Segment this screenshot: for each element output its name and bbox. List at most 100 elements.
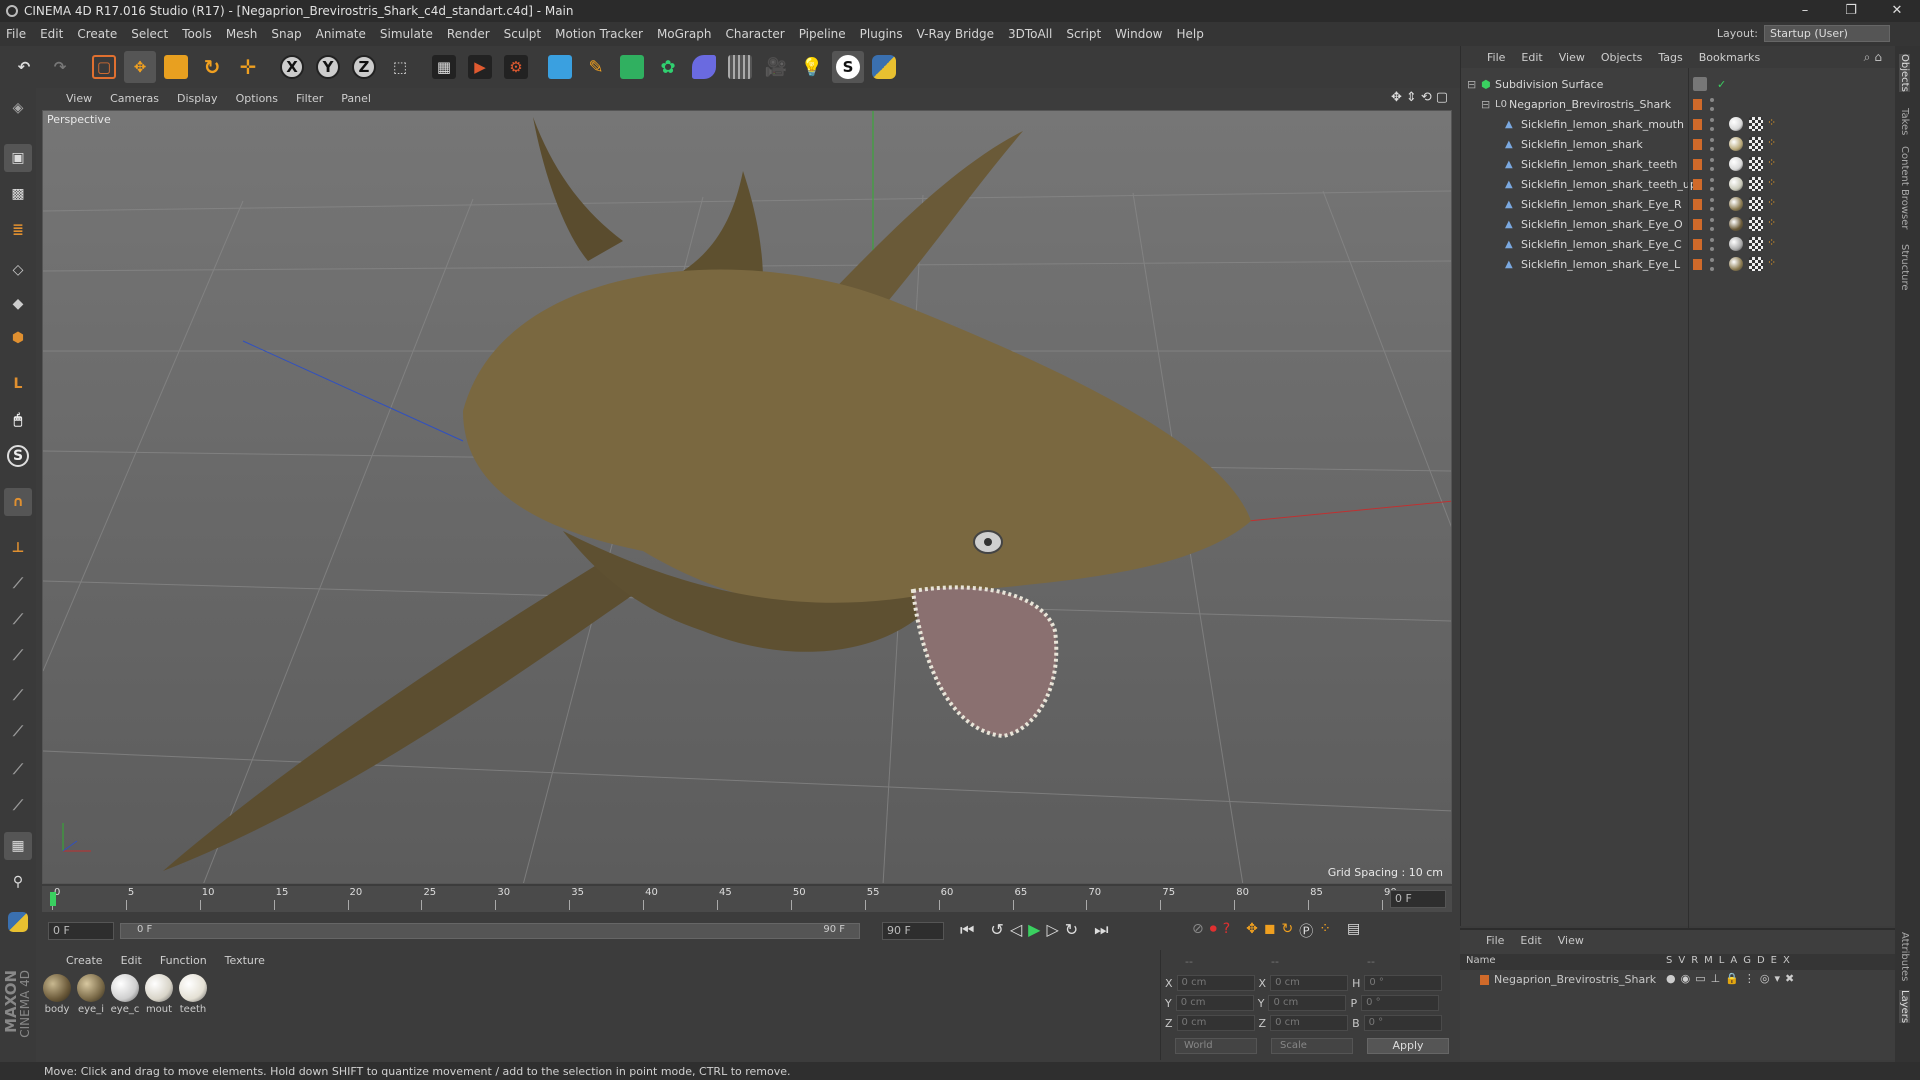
material-tag-icon[interactable] <box>1729 197 1743 211</box>
material-tag-icon[interactable] <box>1729 137 1743 151</box>
position-x-field[interactable]: 0 cm <box>1176 975 1255 991</box>
key-position-button[interactable]: ✥ <box>1246 921 1258 941</box>
material-tag-icon[interactable] <box>1729 217 1743 231</box>
viewport-menu-cameras[interactable]: Cameras <box>110 92 159 105</box>
brush-tool-2-button[interactable]: ⟋ <box>4 606 32 634</box>
python-button[interactable] <box>868 51 900 83</box>
menu-character[interactable]: Character <box>725 27 784 41</box>
tab-structure[interactable]: Structure <box>1899 244 1910 291</box>
material-menu-texture[interactable]: Texture <box>225 954 265 967</box>
visibility-dots[interactable] <box>1710 177 1715 191</box>
points-mode-button[interactable]: ◇ <box>4 256 32 284</box>
object-row-child[interactable]: ▲ Sicklefin_lemon_shark_Eye_C ⁘ <box>1461 234 1896 254</box>
visibility-dots[interactable] <box>1710 237 1715 251</box>
object-manager-column-divider[interactable] <box>1688 68 1689 928</box>
material-tag-icon[interactable] <box>1729 117 1743 131</box>
key-param-button[interactable]: Ⓟ <box>1299 921 1313 941</box>
menu-mesh[interactable]: Mesh <box>226 27 258 41</box>
texture-mode-button[interactable]: ▩ <box>4 180 32 208</box>
viewport-navigation-icons[interactable]: ✥⇕⟲▢ <box>1391 90 1452 105</box>
grid-lock-button[interactable]: ▦ <box>4 832 32 860</box>
menu-select[interactable]: Select <box>131 27 168 41</box>
layer-col-deformers[interactable]: D <box>1757 955 1765 966</box>
layer-color-swatch[interactable] <box>1693 238 1702 250</box>
deformer-button[interactable] <box>688 51 720 83</box>
viewport-menu-filter[interactable]: Filter <box>296 92 323 105</box>
current-frame-field[interactable]: 0 F <box>1390 890 1446 908</box>
material-swatch-mouth[interactable]: mout <box>144 974 174 1015</box>
brush-tool-5-button[interactable]: ⟋ <box>4 718 32 746</box>
previous-frame-button[interactable]: ◁ <box>1010 920 1022 940</box>
tab-content-browser[interactable]: Content Browser <box>1899 146 1910 229</box>
menu-snap[interactable]: Snap <box>271 27 301 41</box>
transform-tool-button[interactable]: ✛ <box>232 51 264 83</box>
tab-objects[interactable]: Objects <box>1899 54 1910 92</box>
brush-tool-3-button[interactable]: ⟋ <box>4 642 32 670</box>
material-swatch-body[interactable]: body <box>42 974 72 1015</box>
visibility-dots[interactable] <box>1710 157 1715 171</box>
material-menu-edit[interactable]: Edit <box>121 954 142 967</box>
apply-button[interactable]: Apply <box>1367 1038 1449 1054</box>
menu-file[interactable]: File <box>6 27 26 41</box>
record-keyframes-off-button[interactable]: ⊘ <box>1192 921 1204 941</box>
deformation-button[interactable]: ⚲ <box>4 868 32 896</box>
menu-edit[interactable]: Edit <box>40 27 63 41</box>
timeline-window-button[interactable]: ▤ <box>1347 921 1360 941</box>
play-button[interactable]: ▶ <box>1028 920 1040 940</box>
workplane-axis-button[interactable]: ⊥ <box>4 534 32 562</box>
layer-col-view[interactable]: V <box>1678 955 1685 966</box>
visibility-dots[interactable] <box>1710 197 1715 211</box>
tab-takes[interactable]: Takes <box>1899 108 1910 135</box>
collapse-toggle-icon[interactable]: ⊟ <box>1481 98 1490 111</box>
render-settings-button[interactable]: ⚙ <box>500 51 532 83</box>
layer-menu-edit[interactable]: Edit <box>1520 934 1541 947</box>
object-menu-file[interactable]: File <box>1487 51 1505 64</box>
layer-col-locked[interactable]: L <box>1719 955 1725 966</box>
end-frame-field[interactable]: 90 F <box>882 922 944 940</box>
material-tag-icon[interactable] <box>1729 177 1743 191</box>
coordinate-space-dropdown[interactable]: World <box>1175 1038 1257 1054</box>
spline-pen-button[interactable]: ✎ <box>580 51 612 83</box>
previous-key-button[interactable]: ↺ <box>990 920 1003 940</box>
layer-color-swatch[interactable] <box>1693 158 1702 170</box>
menu-motion-tracker[interactable]: Motion Tracker <box>555 27 643 41</box>
selection-tag-icon[interactable]: ⁘ <box>1767 136 1776 149</box>
z-axis-button[interactable]: Z <box>348 51 380 83</box>
brush-tool-6-button[interactable]: ⟋ <box>4 756 32 784</box>
edges-mode-button[interactable]: ◆ <box>4 290 32 318</box>
collapse-toggle-icon[interactable]: ⊟ <box>1467 78 1476 91</box>
menu-vray-bridge[interactable]: V-Ray Bridge <box>917 27 994 41</box>
layer-color-swatch[interactable] <box>1693 178 1702 190</box>
layer-menu-view[interactable]: View <box>1558 934 1584 947</box>
object-row-child[interactable]: ▲ Sicklefin_lemon_shark_Eye_R ⁘ <box>1461 194 1896 214</box>
layer-color-swatch[interactable] <box>1480 975 1489 985</box>
layer-color-swatch[interactable] <box>1693 138 1702 150</box>
playhead[interactable] <box>50 892 56 906</box>
render-view-button[interactable]: ▦ <box>428 51 460 83</box>
uvw-tag-icon[interactable] <box>1749 217 1763 231</box>
object-menu-view[interactable]: View <box>1559 51 1585 64</box>
tab-layers[interactable]: Layers <box>1899 990 1910 1024</box>
start-frame-field[interactable]: 0 F <box>48 922 114 940</box>
menu-render[interactable]: Render <box>447 27 490 41</box>
menu-tools[interactable]: Tools <box>182 27 212 41</box>
viewport-menu-view[interactable]: View <box>66 92 92 105</box>
viewport-menu-display[interactable]: Display <box>177 92 218 105</box>
layer-menu-file[interactable]: File <box>1486 934 1504 947</box>
layer-col-xref[interactable]: X <box>1783 955 1790 966</box>
layer-col-generators[interactable]: G <box>1743 955 1751 966</box>
selection-tag-icon[interactable]: ⁘ <box>1767 216 1776 229</box>
layer-col-expressions[interactable]: E <box>1771 955 1777 966</box>
menu-pipeline[interactable]: Pipeline <box>799 27 846 41</box>
autokeying-help-button[interactable]: ? <box>1223 921 1230 941</box>
selection-tag-icon[interactable]: ⁘ <box>1767 156 1776 169</box>
snap-button[interactable]: S <box>4 442 32 470</box>
polygons-mode-button[interactable]: ⬢ <box>4 324 32 352</box>
layer-col-animation[interactable]: A <box>1730 955 1737 966</box>
record-active-objects-button[interactable]: ⏺ <box>1210 921 1217 941</box>
object-row-subdivision-surface[interactable]: ⊟ ⬢ Subdivision Surface ✓ <box>1461 74 1896 94</box>
layout-dropdown[interactable]: Startup (User) <box>1764 25 1890 42</box>
object-menu-bookmarks[interactable]: Bookmarks <box>1699 51 1760 64</box>
tab-attributes[interactable]: Attributes <box>1899 932 1910 981</box>
subdivision-surface-button[interactable] <box>616 51 648 83</box>
